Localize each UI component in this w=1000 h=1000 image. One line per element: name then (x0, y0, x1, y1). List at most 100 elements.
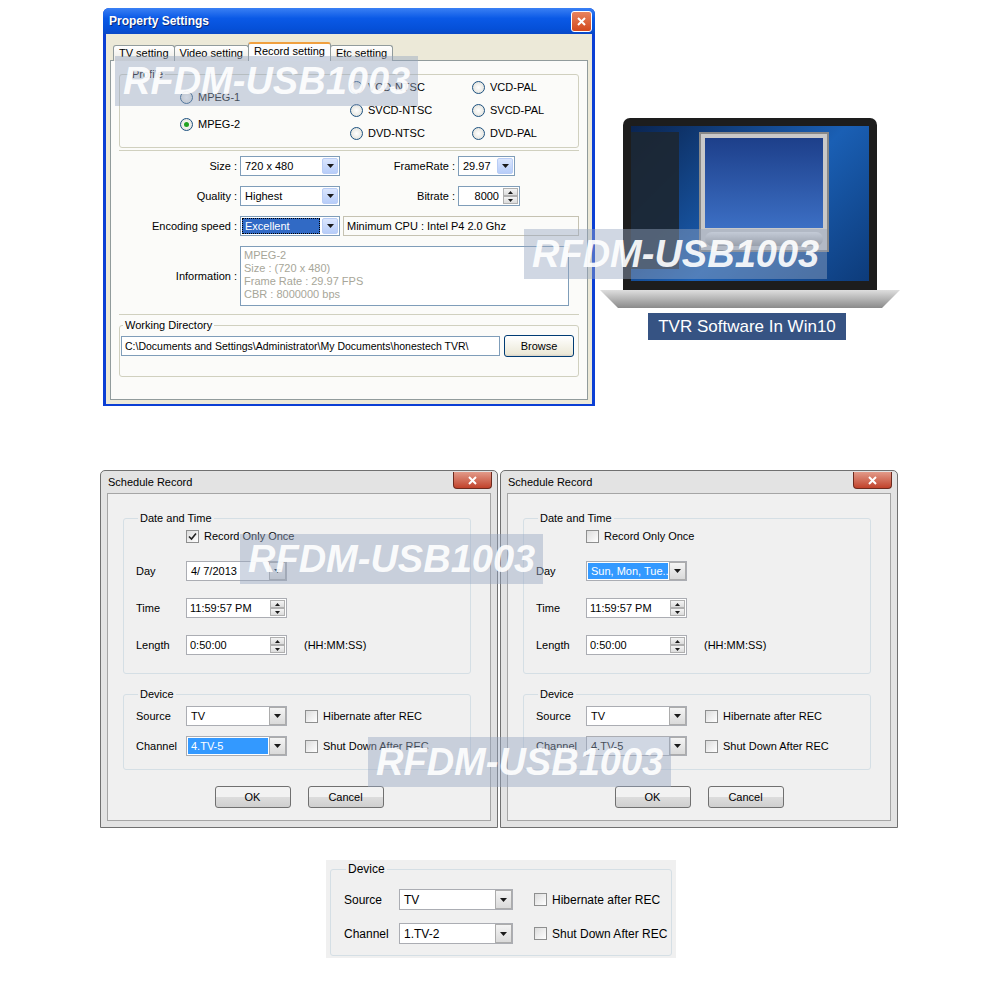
radio-button[interactable] (180, 91, 193, 104)
encoding-speed-dropdown[interactable]: Excellent (240, 216, 340, 236)
radio-button[interactable] (472, 127, 485, 140)
dropdown-value: TV (588, 708, 668, 724)
dialog-button[interactable]: Cancel (708, 786, 784, 808)
spin-down-icon[interactable] (270, 645, 285, 653)
radio-button[interactable] (472, 81, 485, 94)
field-label: Size : (119, 160, 237, 172)
browse-button[interactable]: Browse (504, 335, 574, 357)
watermark: RFDM-USB1003 (368, 737, 671, 787)
channel-dropdown[interactable]: 1.TV-2 (399, 923, 513, 944)
spin-buttons[interactable] (503, 188, 518, 204)
tab[interactable]: Video setting (174, 45, 249, 61)
checkbox-box[interactable] (305, 710, 318, 723)
dropdown-arrow-icon[interactable] (269, 737, 286, 755)
dropdown-arrow-icon[interactable] (495, 924, 512, 943)
size-dropdown[interactable]: 720 x 480 (240, 156, 340, 176)
checkbox-label: Hibernate after REC (723, 710, 822, 722)
length-spinner[interactable]: 0:50:00 (186, 635, 287, 655)
dropdown-arrow-icon[interactable] (322, 188, 338, 204)
close-button[interactable] (453, 472, 492, 489)
tab[interactable]: Etc setting (330, 45, 393, 61)
checkbox-box[interactable] (705, 740, 718, 753)
close-icon (468, 476, 477, 485)
time-spinner[interactable]: 11:59:57 PM (186, 598, 287, 618)
close-button[interactable] (571, 11, 592, 32)
shutdown-checkbox[interactable]: Shut Down After REC (534, 927, 667, 941)
path-field[interactable]: C:\Documents and Settings\Administrator\… (121, 336, 500, 356)
dropdown-arrow-icon[interactable] (495, 890, 512, 909)
dropdown-arrow-icon[interactable] (669, 707, 686, 725)
time-spinner[interactable]: 11:59:57 PM (586, 598, 687, 618)
source-dropdown[interactable]: TV (586, 706, 687, 726)
radio-option[interactable]: DVD-PAL (472, 126, 544, 140)
tab[interactable]: Record setting (248, 42, 331, 61)
checkbox-box[interactable] (305, 740, 318, 753)
spin-down-icon[interactable] (670, 645, 685, 653)
hibernate-checkbox[interactable]: Hibernate after REC (534, 893, 660, 907)
radio-option[interactable]: DVD-NTSC (350, 126, 472, 140)
day-dropdown[interactable]: Sun, Mon, Tue... (586, 561, 687, 581)
spin-up-icon[interactable] (270, 600, 285, 608)
dropdown-arrow-icon[interactable] (669, 562, 686, 580)
checkbox-box[interactable] (534, 927, 547, 940)
checkbox-box[interactable] (186, 530, 199, 543)
day-dropdown[interactable]: 4/ 7/2013 (186, 561, 287, 581)
spin-up-icon[interactable] (503, 188, 518, 196)
checkbox-box[interactable] (586, 530, 599, 543)
radio-option[interactable]: SVCD-PAL (472, 103, 544, 117)
radio-button[interactable] (472, 104, 485, 117)
spin-buttons[interactable] (670, 637, 685, 653)
title-bar: Property Settings (103, 8, 595, 34)
field-label: Information : (119, 270, 237, 282)
close-button[interactable] (853, 472, 892, 489)
record-once-checkbox[interactable]: Record Only Once (586, 530, 694, 543)
spin-buttons[interactable] (670, 600, 685, 616)
dropdown-arrow-icon[interactable] (669, 737, 686, 755)
laptop-photo (600, 118, 900, 308)
spin-buttons[interactable] (270, 637, 285, 653)
dropdown-arrow-icon[interactable] (269, 562, 286, 580)
dropdown-arrow-icon[interactable] (269, 707, 286, 725)
record-once-checkbox[interactable]: Record Only Once (186, 530, 294, 543)
radio-button[interactable] (350, 104, 363, 117)
radio-option[interactable]: VCD-PAL (472, 80, 544, 94)
hibernate-checkbox[interactable]: Hibernate after REC (705, 710, 822, 723)
radio-option[interactable]: SVCD-NTSC (350, 103, 472, 117)
checkbox-box[interactable] (705, 710, 718, 723)
bitrate-spinner[interactable]: 8000 (458, 186, 520, 206)
radio-option[interactable]: MPEG-1 (180, 90, 350, 104)
source-dropdown[interactable]: TV (186, 706, 287, 726)
length-spinner[interactable]: 0:50:00 (586, 635, 687, 655)
tab[interactable]: TV setting (113, 45, 175, 61)
spin-up-icon[interactable] (670, 600, 685, 608)
video-frame (705, 138, 823, 228)
spin-buttons[interactable] (270, 600, 285, 616)
spin-down-icon[interactable] (270, 608, 285, 616)
channel-dropdown[interactable]: 4.TV-5 (186, 736, 287, 756)
shutdown-checkbox[interactable]: Shut Down After REC (705, 740, 829, 753)
title-bar: Schedule Record (501, 471, 897, 493)
framerate-dropdown[interactable]: 29.97 (458, 156, 515, 176)
radio-button[interactable] (350, 127, 363, 140)
shutdown-checkbox[interactable]: Shut Down After REC (305, 740, 429, 753)
dropdown-arrow-icon[interactable] (322, 218, 338, 234)
channel-dropdown[interactable]: 4.TV-5 (586, 736, 687, 756)
radio-button[interactable] (180, 118, 193, 131)
spin-up-icon[interactable] (670, 637, 685, 645)
dialog-button[interactable]: OK (615, 786, 691, 808)
dropdown-arrow-icon[interactable] (322, 158, 338, 174)
radio-button[interactable] (350, 81, 363, 94)
dialog-button[interactable]: Cancel (308, 786, 384, 808)
radio-option[interactable]: MPEG-2 (180, 117, 350, 131)
spin-down-icon[interactable] (670, 608, 685, 616)
spin-value: 0:50:00 (187, 636, 269, 654)
quality-dropdown[interactable]: Highest (240, 186, 340, 206)
radio-option[interactable]: VCD-NTSC (350, 80, 472, 94)
checkbox-box[interactable] (534, 893, 547, 906)
hibernate-checkbox[interactable]: Hibernate after REC (305, 710, 422, 723)
spin-up-icon[interactable] (270, 637, 285, 645)
dialog-button[interactable]: OK (215, 786, 291, 808)
dropdown-arrow-icon[interactable] (497, 158, 513, 174)
source-dropdown[interactable]: TV (399, 889, 513, 910)
spin-down-icon[interactable] (503, 196, 518, 204)
